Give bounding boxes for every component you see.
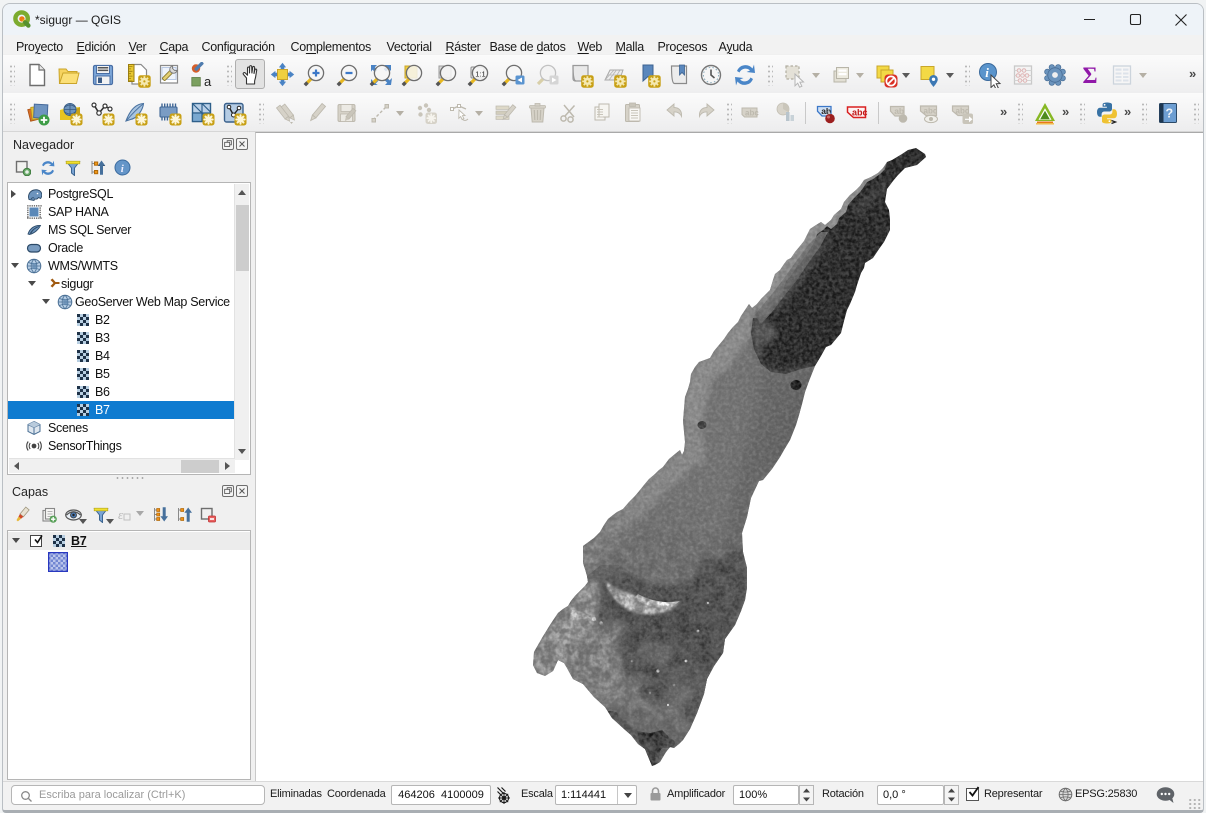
svg-text:?: ?	[1165, 107, 1173, 121]
svg-text:i: i	[985, 65, 989, 80]
svg-text:abc: abc	[745, 109, 759, 118]
svg-text:abc: abc	[852, 108, 868, 118]
svg-text:ε: ε	[118, 507, 124, 522]
svg-text:1:1: 1:1	[475, 70, 485, 79]
svg-text:a: a	[204, 74, 212, 88]
svg-text:Σ: Σ	[1082, 63, 1097, 88]
svg-text:abc: abc	[924, 107, 938, 116]
